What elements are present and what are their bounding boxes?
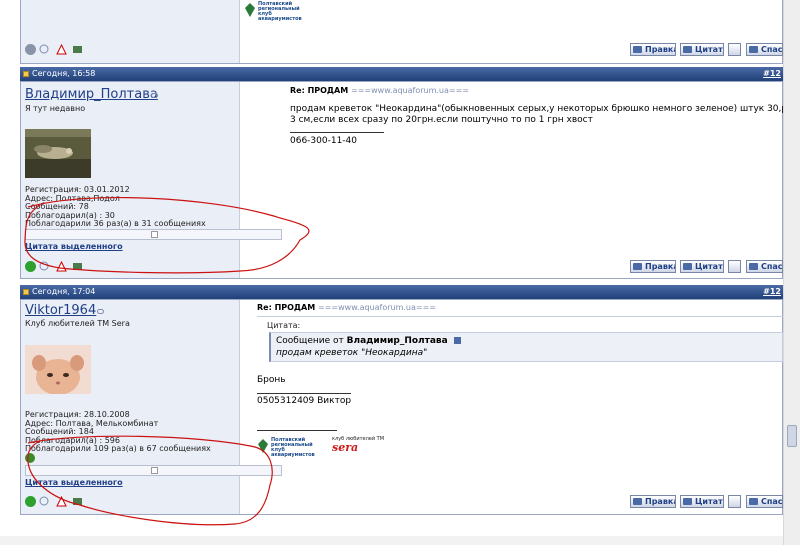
quote-from-prefix: Сообщение от — [276, 336, 344, 346]
post-title-site: ===www.aquaforum.ua=== — [318, 303, 437, 312]
user-title: Я тут недавно — [25, 104, 86, 113]
user-banner — [25, 229, 282, 240]
thanks-received: Поблагодарили 109 раз(а) в 67 сообщениях — [25, 444, 211, 454]
forum-page: Полтавский региональный клуб аквариумист… — [0, 0, 800, 545]
edit-icon — [633, 263, 642, 270]
quote-icon — [683, 498, 692, 505]
thanks-icon — [749, 498, 758, 505]
username-link[interactable]: Viktor1964 — [25, 303, 96, 318]
post-title-site: ===www.aquaforum.ua=== — [351, 86, 470, 95]
title-divider — [257, 316, 783, 317]
club-logo-text: Полтавский региональный клуб аквариумист… — [258, 1, 302, 22]
quote-icon — [683, 46, 692, 53]
sera-brand: sera — [332, 441, 359, 454]
username-link[interactable]: Владимир_Полтава — [25, 87, 158, 102]
quote-selected-link[interactable]: Цитата выделенного — [25, 478, 123, 487]
vertical-scrollbar[interactable] — [783, 0, 800, 545]
report-warning-icon[interactable] — [56, 43, 67, 55]
club-logo: Полтавский региональный клуб аквариумист… — [244, 1, 308, 22]
private-message-icon[interactable] — [72, 44, 83, 55]
post-number-link[interactable]: #12 — [763, 67, 781, 81]
avatar-image — [25, 345, 91, 394]
post-number-link[interactable]: #12 — [763, 285, 781, 299]
quote-button[interactable]: Цитата — [680, 260, 724, 273]
post-message: Бронь — [257, 375, 286, 385]
post-title: Re: ПРОДАМ ===www.aquaforum.ua=== — [257, 303, 437, 312]
user-info: Регистрация: 03.01.2012 Адрес: Полтава,П… — [25, 185, 206, 229]
avatar — [25, 129, 91, 178]
edit-icon — [633, 46, 642, 53]
quote-icon — [683, 263, 692, 270]
user-menu-arrow-icon[interactable] — [97, 309, 104, 314]
award-icon — [25, 453, 35, 463]
post-header: Сегодня, 16:58 #12 — [20, 67, 783, 81]
window-bottom-edge — [0, 536, 783, 545]
multi-quote-button[interactable] — [728, 43, 741, 56]
post-date-icon — [23, 71, 29, 77]
signature-text: 0505312409 Виктор — [257, 396, 352, 406]
offline-status-icon — [25, 44, 36, 55]
thanks-button[interactable]: Спасибо — [746, 260, 783, 273]
post-header: Сегодня, 17:04 #12 — [20, 285, 783, 299]
edit-button[interactable]: Правка — [630, 43, 676, 56]
broken-image-icon — [151, 231, 158, 238]
scrollbar-thumb[interactable] — [787, 425, 797, 447]
quote-text: продам креветок "Неокардина" — [276, 348, 428, 358]
thanks-received: Поблагодарили 36 раз(а) в 31 сообщениях — [25, 219, 206, 229]
avatar — [25, 345, 91, 394]
signature-phone: 066-300-11-40 — [290, 136, 358, 146]
post-date: Сегодня, 17:04 — [32, 287, 96, 296]
avatar-image — [25, 129, 91, 178]
post-message: продам креветок "Неокардина"(обыкновенны… — [290, 104, 800, 125]
quote-box: Сообщение от Владимир_Полтава продам кре… — [269, 332, 783, 362]
club-logo-icon — [258, 439, 268, 453]
post-date: Сегодня, 16:58 — [32, 69, 96, 78]
signature-divider — [257, 393, 351, 394]
user-profile-icon[interactable] — [39, 261, 50, 272]
club-logo: Полтавский региональный клуб аквариумист… — [257, 437, 321, 458]
private-message-icon[interactable] — [72, 261, 83, 272]
post-date-icon — [23, 289, 29, 295]
user-profile-icon[interactable] — [39, 44, 50, 55]
quote-label: Цитата: — [267, 321, 301, 330]
user-title: Клуб любителей ТМ Sera — [25, 319, 130, 328]
go-to-post-icon[interactable] — [453, 337, 461, 344]
online-status-icon — [25, 261, 36, 272]
club-logo-icon — [245, 3, 255, 17]
sera-club-logo: клуб любителей ТМ sera — [332, 436, 384, 453]
thanks-icon — [749, 46, 758, 53]
multi-quote-button[interactable] — [728, 260, 741, 273]
user-info: Регистрация: 28.10.2008 Адрес: Полтава, … — [25, 410, 211, 454]
report-warning-icon[interactable] — [56, 495, 67, 507]
broken-image-icon — [151, 467, 158, 474]
multi-quote-button[interactable] — [728, 495, 741, 508]
signature-divider-2 — [257, 430, 337, 431]
signature-divider — [290, 132, 384, 133]
user-profile-icon[interactable] — [39, 496, 50, 507]
edit-button[interactable]: Правка — [630, 260, 676, 273]
quote-button[interactable]: Цитата — [680, 43, 724, 56]
quote-author: Владимир_Полтава — [346, 336, 448, 346]
edit-icon — [633, 498, 642, 505]
thanks-button[interactable]: Спасибо — [746, 43, 783, 56]
post-title: Re: ПРОДАМ ===www.aquaforum.ua=== — [290, 86, 470, 95]
thanks-button[interactable]: Спасибо — [746, 495, 783, 508]
quote-header: Сообщение от Владимир_Полтава — [276, 336, 461, 346]
club-logo-text: Полтавский региональный клуб аквариумист… — [271, 437, 315, 458]
online-status-icon — [25, 496, 36, 507]
previous-post-left — [21, 0, 240, 63]
edit-button[interactable]: Правка — [630, 495, 676, 508]
user-menu-arrow-icon[interactable] — [151, 93, 158, 98]
user-banner — [25, 465, 282, 476]
quote-selected-link[interactable]: Цитата выделенного — [25, 242, 123, 251]
private-message-icon[interactable] — [72, 496, 83, 507]
thanks-icon — [749, 263, 758, 270]
quote-button[interactable]: Цитата — [680, 495, 724, 508]
report-warning-icon[interactable] — [56, 260, 67, 272]
